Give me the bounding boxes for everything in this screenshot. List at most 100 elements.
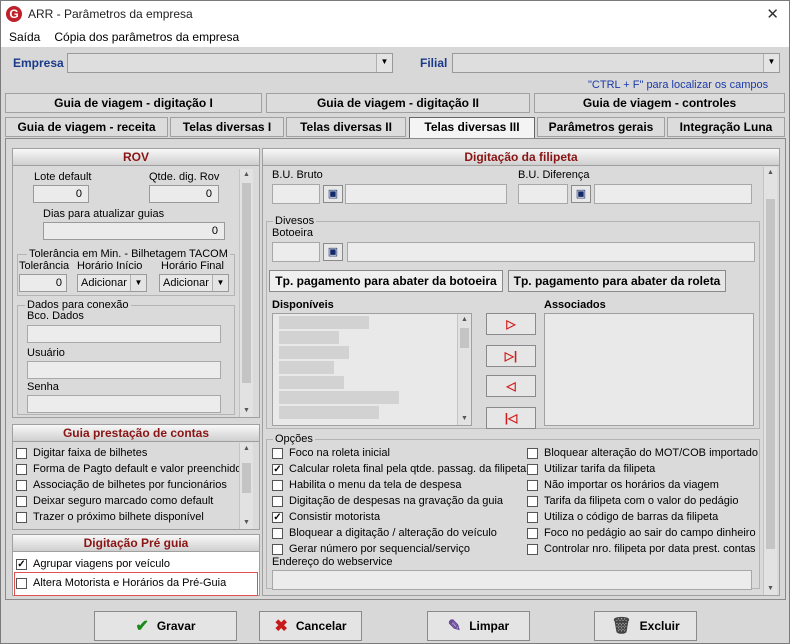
checkbox[interactable] <box>16 577 27 589</box>
botoeira-field[interactable] <box>272 242 320 262</box>
scroll-up-icon[interactable]: ▲ <box>240 443 253 455</box>
filipeta-scrollbar[interactable]: ▲ ▼ <box>763 167 777 595</box>
opcao-bloquear-veiculo[interactable]: Bloquear a digitação / alteração do veíc… <box>272 527 497 539</box>
opcao-controlar-filipeta[interactable]: Controlar nro. filipeta por data prest. … <box>527 543 756 555</box>
checkbox[interactable] <box>527 447 538 459</box>
binoculars-icon[interactable]: ▣ <box>571 185 591 203</box>
opcao-utilizar-tarifa[interactable]: Utilizar tarifa da filipeta <box>527 463 655 475</box>
tab-guia-receita[interactable]: Guia de viagem - receita <box>5 117 168 137</box>
checkbox[interactable] <box>527 543 538 555</box>
checkbox[interactable] <box>527 527 538 539</box>
horario-inicio-select[interactable]: Adicionar ▼ <box>77 274 147 292</box>
scroll-thumb[interactable] <box>460 328 469 348</box>
bu-bruto-field[interactable] <box>272 184 320 204</box>
prestacao-check-1[interactable]: Forma de Pagto default e valor preenchid… <box>16 463 242 475</box>
altera-motorista-check[interactable]: Altera Motorista e Horários da Pré-Guia <box>16 577 226 589</box>
checkbox[interactable] <box>272 447 283 459</box>
lote-field[interactable]: 0 <box>33 185 89 203</box>
checkbox[interactable] <box>272 527 283 539</box>
binoculars-icon[interactable]: ▣ <box>323 185 343 203</box>
scroll-down-icon[interactable]: ▼ <box>458 413 471 425</box>
menu-copia-parametros[interactable]: Cópia dos parâmetros da empresa <box>48 30 245 44</box>
list-item[interactable] <box>279 406 379 419</box>
list-item[interactable] <box>279 316 369 329</box>
senha-field[interactable] <box>27 395 221 413</box>
opcao-gerar-numero[interactable]: Gerar número por sequencial/serviço <box>272 543 470 555</box>
opcao-calcular-roleta[interactable]: ✓ Calcular roleta final pela qtde. passag… <box>272 463 526 475</box>
disponiveis-scrollbar[interactable]: ▲ ▼ <box>457 314 471 425</box>
tab-parametros-gerais[interactable]: Parâmetros gerais <box>537 117 665 137</box>
rov-scrollbar[interactable]: ▲ ▼ <box>239 169 253 417</box>
opcao-tarifa-pedagio[interactable]: Tarifa da filipeta com o valor do pedági… <box>527 495 738 507</box>
scroll-down-icon[interactable]: ▼ <box>240 517 253 529</box>
checkbox[interactable] <box>527 479 538 491</box>
checkbox[interactable] <box>16 511 27 523</box>
tab-guia-digitacao-i[interactable]: Guia de viagem - digitação I <box>5 93 262 113</box>
excluir-button[interactable]: 🗑 Excluir <box>594 611 697 641</box>
prestacao-check-0[interactable]: Digitar faixa de bilhetes <box>16 447 147 459</box>
checkbox[interactable] <box>16 447 27 459</box>
tab-guia-controles[interactable]: Guia de viagem - controles <box>534 93 785 113</box>
checkbox[interactable] <box>527 511 538 523</box>
scroll-thumb[interactable] <box>766 199 775 549</box>
bu-diferenca-field[interactable] <box>518 184 568 204</box>
list-item[interactable] <box>279 331 339 344</box>
checkbox-checked[interactable]: ✓ <box>272 511 283 523</box>
qtde-rov-field[interactable]: 0 <box>149 185 219 203</box>
prestacao-check-2[interactable]: Associação de bilhetes por funcionários <box>16 479 227 491</box>
move-left-button[interactable]: ◁ <box>486 375 536 397</box>
checkbox[interactable] <box>16 495 27 507</box>
move-right-button[interactable]: ▷ <box>486 313 536 335</box>
opcao-consistir-motorista[interactable]: ✓ Consistir motorista <box>272 511 380 523</box>
scroll-thumb[interactable] <box>242 463 251 493</box>
disponiveis-list[interactable]: ▲ ▼ <box>272 313 472 426</box>
scroll-up-icon[interactable]: ▲ <box>458 314 471 326</box>
prestacao-check-4[interactable]: Trazer o próximo bilhete disponível <box>16 511 204 523</box>
associados-list[interactable] <box>544 313 754 426</box>
limpar-button[interactable]: ✎ Limpar <box>427 611 530 641</box>
filial-combo[interactable]: ▼ <box>452 53 780 73</box>
horario-final-select[interactable]: Adicionar ▼ <box>159 274 229 292</box>
checkbox[interactable] <box>16 463 27 475</box>
scroll-down-icon[interactable]: ▼ <box>240 405 253 417</box>
scroll-down-icon[interactable]: ▼ <box>764 583 777 595</box>
checkbox[interactable] <box>527 495 538 507</box>
list-item[interactable] <box>279 391 399 404</box>
opcao-foco-roleta[interactable]: Foco na roleta inicial <box>272 447 390 459</box>
pagto-botoeira-button[interactable]: Tp. pagamento para abater da botoeira <box>269 270 503 292</box>
move-all-right-button[interactable]: ▷| <box>486 345 536 367</box>
agrupar-viagens-check[interactable]: ✓ Agrupar viagens por veículo <box>16 558 170 570</box>
prestacao-scrollbar[interactable]: ▲ ▼ <box>239 443 253 529</box>
binoculars-icon[interactable]: ▣ <box>323 243 343 261</box>
checkbox[interactable] <box>527 463 538 475</box>
gravar-button[interactable]: ✔ Gravar <box>94 611 237 641</box>
webservice-field[interactable] <box>272 570 752 590</box>
tab-guia-digitacao-ii[interactable]: Guia de viagem - digitação II <box>266 93 530 113</box>
checkbox[interactable] <box>272 479 283 491</box>
opcao-nao-importar-horarios[interactable]: Não importar os horários da viagem <box>527 479 719 491</box>
opcao-bloquear-mot-cob[interactable]: Bloquear alteração do MOT/COB importado <box>527 447 758 459</box>
list-item[interactable] <box>279 376 344 389</box>
tab-telas-diversas-i[interactable]: Telas diversas I <box>170 117 284 137</box>
usuario-field[interactable] <box>27 361 221 379</box>
tab-integracao-luna[interactable]: Integração Luna <box>667 117 785 137</box>
empresa-combo[interactable]: ▼ <box>67 53 393 73</box>
scroll-up-icon[interactable]: ▲ <box>240 169 253 181</box>
opcao-digitacao-despesas[interactable]: Digitação de despesas na gravação da gui… <box>272 495 503 507</box>
close-icon[interactable]: ✕ <box>766 5 779 23</box>
move-all-left-button[interactable]: |◁ <box>486 407 536 429</box>
checkbox[interactable] <box>272 495 283 507</box>
tab-telas-diversas-ii[interactable]: Telas diversas II <box>286 117 406 137</box>
pagto-roleta-button[interactable]: Tp. pagamento para abater da roleta <box>508 270 726 292</box>
checkbox[interactable] <box>272 543 283 555</box>
checkbox[interactable] <box>16 479 27 491</box>
tab-telas-diversas-iii[interactable]: Telas diversas III <box>409 117 535 139</box>
opcao-codigo-barras[interactable]: Utiliza o código de barras da filipeta <box>527 511 718 523</box>
bco-dados-field[interactable] <box>27 325 221 343</box>
tolerancia-field[interactable]: 0 <box>19 274 67 292</box>
scroll-thumb[interactable] <box>242 183 251 383</box>
list-item[interactable] <box>279 361 334 374</box>
opcao-habilita-menu[interactable]: Habilita o menu da tela de despesa <box>272 479 461 491</box>
list-item[interactable] <box>279 346 349 359</box>
prestacao-check-3[interactable]: Deixar seguro marcado como default <box>16 495 213 507</box>
